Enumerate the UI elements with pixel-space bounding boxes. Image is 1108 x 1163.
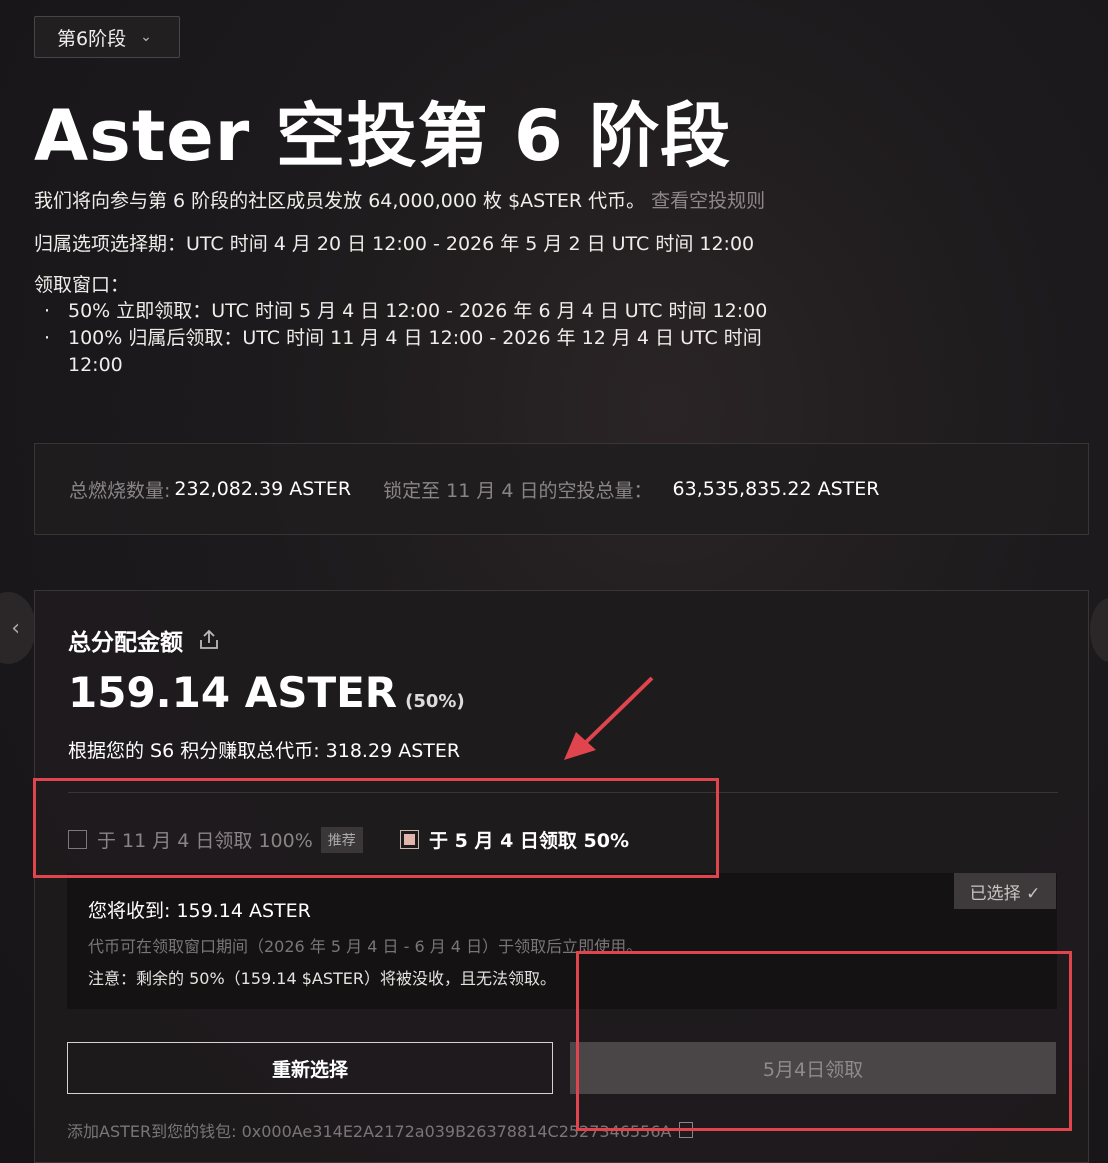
distribution-percent: (50%) bbox=[405, 691, 465, 712]
vesting-period: 归属选项选择期：UTC 时间 4 月 20 日 12:00 - 2026 年 5… bbox=[34, 233, 755, 255]
divider bbox=[68, 792, 1058, 793]
burned-label: 总燃烧数量: bbox=[69, 479, 171, 502]
earned-total: 根据您的 S6 积分赚取总代币: 318.29 ASTER bbox=[68, 740, 461, 762]
reselect-button[interactable]: 重新选择 bbox=[67, 1042, 553, 1094]
recommended-badge: 推荐 bbox=[320, 826, 363, 853]
distribution-heading: 总分配金额 bbox=[68, 623, 221, 657]
wallet-address: 添加ASTER到您的钱包: 0x000Ae314E2A2172a039B2637… bbox=[67, 1122, 672, 1141]
list-item: · 100% 归属后领取：UTC 时间 11 月 4 日 12:00 - 2026… bbox=[44, 327, 762, 349]
checkbox-unchecked[interactable] bbox=[68, 830, 87, 849]
share-icon[interactable] bbox=[197, 628, 221, 652]
burned-value: 232,082.39 ASTER bbox=[174, 478, 352, 500]
copy-icon[interactable] bbox=[679, 1122, 694, 1138]
option-claim-half[interactable]: 于 5 月 4 日领取 50% bbox=[400, 826, 629, 853]
intro-text: 我们将向参与第 6 阶段的社区成员发放 64,000,000 枚 $ASTER … bbox=[34, 190, 646, 212]
claim-button[interactable]: 5月4日领取 bbox=[570, 1042, 1056, 1094]
list-item: · 50% 立即领取：UTC 时间 5 月 4 日 12:00 - 2026 年 … bbox=[44, 300, 768, 322]
stats-bar: 总燃烧数量: 232,082.39 ASTER 锁定至 11 月 4 日的空投总… bbox=[34, 443, 1089, 535]
checkbox-checked[interactable] bbox=[400, 830, 419, 849]
wallet-address-row: 添加ASTER到您的钱包: 0x000Ae314E2A2172a039B2637… bbox=[67, 1118, 694, 1142]
airdrop-rules-link[interactable]: 查看空投规则 bbox=[651, 190, 765, 212]
selected-badge: 已选择 ✓ bbox=[954, 873, 1056, 909]
stage-dropdown[interactable]: 第6阶段 ⌄ bbox=[34, 16, 180, 58]
locked-label: 锁定至 11 月 4 日的空投总量： bbox=[383, 479, 653, 502]
annotation-arrow-icon bbox=[564, 676, 654, 760]
chevron-left-icon: ‹ bbox=[11, 615, 20, 641]
locked-value: 63,535,835.22 ASTER bbox=[672, 478, 880, 500]
option-claim-full[interactable]: 于 11 月 4 日领取 100% 推荐 bbox=[68, 826, 363, 853]
forfeit-note: 注意：剩余的 50%（159.14 $ASTER）将被没收，且无法领取。 bbox=[88, 969, 557, 988]
list-item: 12:00 bbox=[68, 354, 123, 376]
carousel-next-button[interactable] bbox=[1090, 598, 1108, 662]
intro-line: 我们将向参与第 6 阶段的社区成员发放 64,000,000 枚 $ASTER … bbox=[34, 186, 765, 213]
receive-amount: 您将收到: 159.14 ASTER bbox=[88, 900, 311, 922]
stage-dropdown-label: 第6阶段 bbox=[57, 27, 127, 50]
claim-window-heading: 领取窗口： bbox=[34, 274, 130, 296]
page-title: Aster 空投第 6 阶段 bbox=[34, 95, 732, 177]
usage-note: 代币可在领取窗口期间（2026 年 5 月 4 日 - 6 月 4 日）于领取后… bbox=[88, 937, 643, 956]
distribution-amount: 159.14 ASTER (50%) bbox=[68, 668, 465, 717]
chevron-down-icon: ⌄ bbox=[140, 29, 152, 45]
carousel-prev-button[interactable]: ‹ bbox=[0, 592, 36, 664]
claim-window-list: · 50% 立即领取：UTC 时间 5 月 4 日 12:00 - 2026 年 … bbox=[44, 298, 767, 379]
